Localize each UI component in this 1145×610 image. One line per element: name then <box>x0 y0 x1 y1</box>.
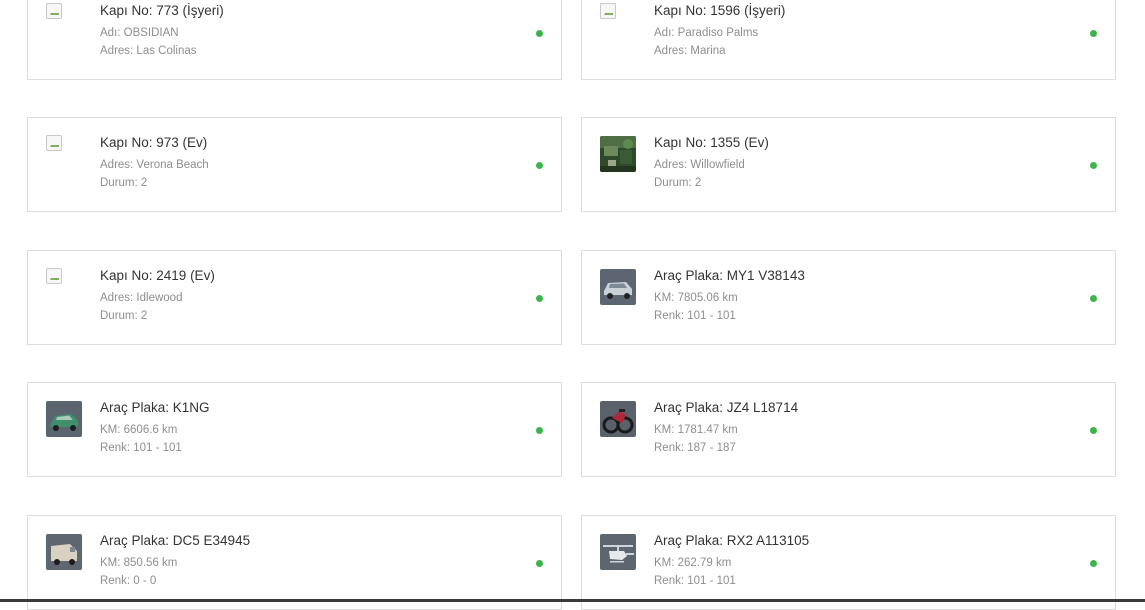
card-detail: Durum: 2 <box>100 177 148 189</box>
card-detail: Renk: 187 - 187 <box>654 442 736 454</box>
house-thumbnail <box>600 136 636 172</box>
status-dot-icon <box>1090 560 1097 567</box>
status-dot-icon <box>1090 427 1097 434</box>
property-card[interactable]: Kapı No: 973 (Ev) Adres: Verona Beach Du… <box>27 117 562 212</box>
card-detail: Durum: 2 <box>100 310 148 322</box>
bike-thumbnail <box>600 401 636 437</box>
broken-image-icon <box>46 135 62 151</box>
card-detail: Renk: 0 - 0 <box>100 575 157 587</box>
card-detail: KM: 262.79 km <box>654 557 732 569</box>
card-title: Kapı No: 973 (Ev) <box>100 135 208 150</box>
vehicle-card[interactable]: Araç Plaka: DC5 E34945 KM: 850.56 km Ren… <box>27 515 562 610</box>
property-card[interactable]: Kapı No: 773 (İşyeri) Adı: OBSIDIAN Adre… <box>27 0 562 80</box>
status-dot-icon <box>536 560 543 567</box>
card-detail: Renk: 101 - 101 <box>100 442 182 454</box>
card-detail: Adres: Willowfield <box>654 159 745 171</box>
broken-image-icon <box>600 3 616 19</box>
card-detail: Durum: 2 <box>654 177 702 189</box>
card-detail: Adı: OBSIDIAN <box>100 27 179 39</box>
card-detail: Adres: Marina <box>654 45 726 57</box>
car-thumbnail <box>600 269 636 305</box>
card-title: Araç Plaka: K1NG <box>100 400 210 415</box>
van-thumbnail <box>46 534 82 570</box>
card-detail: KM: 7805.06 km <box>654 292 738 304</box>
card-detail: Renk: 101 - 101 <box>654 575 736 587</box>
card-title: Araç Plaka: DC5 E34945 <box>100 533 251 548</box>
card-detail: Renk: 101 - 101 <box>654 310 736 322</box>
card-title: Araç Plaka: RX2 A113105 <box>654 533 810 548</box>
card-title: Kapı No: 773 (İşyeri) <box>100 3 224 18</box>
card-title: Kapı No: 2419 (Ev) <box>100 268 215 283</box>
helicopter-thumbnail <box>600 534 636 570</box>
card-detail: KM: 850.56 km <box>100 557 178 569</box>
status-dot-icon <box>1090 162 1097 169</box>
status-dot-icon <box>536 30 543 37</box>
car-thumbnail <box>46 401 82 437</box>
property-card[interactable]: Kapı No: 1355 (Ev) Adres: Willowfield Du… <box>581 117 1116 212</box>
vehicle-card[interactable]: Araç Plaka: K1NG KM: 6606.6 km Renk: 101… <box>27 382 562 477</box>
status-dot-icon <box>1090 30 1097 37</box>
card-detail: KM: 6606.6 km <box>100 424 178 436</box>
card-title: Kapı No: 1596 (İşyeri) <box>654 3 786 18</box>
card-detail: Adres: Idlewood <box>100 292 183 304</box>
status-dot-icon <box>536 427 543 434</box>
vehicle-card[interactable]: Araç Plaka: MY1 V38143 KM: 7805.06 km Re… <box>581 250 1116 345</box>
vehicle-card[interactable]: Araç Plaka: RX2 A113105 KM: 262.79 km Re… <box>581 515 1116 610</box>
broken-image-icon <box>46 3 62 19</box>
card-detail: KM: 1781.47 km <box>654 424 738 436</box>
broken-image-icon <box>46 268 62 284</box>
card-title: Kapı No: 1355 (Ev) <box>654 135 769 150</box>
status-dot-icon <box>536 162 543 169</box>
status-dot-icon <box>536 295 543 302</box>
card-title: Araç Plaka: MY1 V38143 <box>654 268 805 283</box>
card-detail: Adres: Verona Beach <box>100 159 209 171</box>
card-detail: Adres: Las Colinas <box>100 45 197 57</box>
card-detail: Adı: Paradiso Palms <box>654 27 759 39</box>
card-title: Araç Plaka: JZ4 L18714 <box>654 400 799 415</box>
property-card[interactable]: Kapı No: 2419 (Ev) Adres: Idlewood Durum… <box>27 250 562 345</box>
status-dot-icon <box>1090 295 1097 302</box>
property-card[interactable]: Kapı No: 1596 (İşyeri) Adı: Paradiso Pal… <box>581 0 1116 80</box>
vehicle-card[interactable]: Araç Plaka: JZ4 L18714 KM: 1781.47 km Re… <box>581 382 1116 477</box>
